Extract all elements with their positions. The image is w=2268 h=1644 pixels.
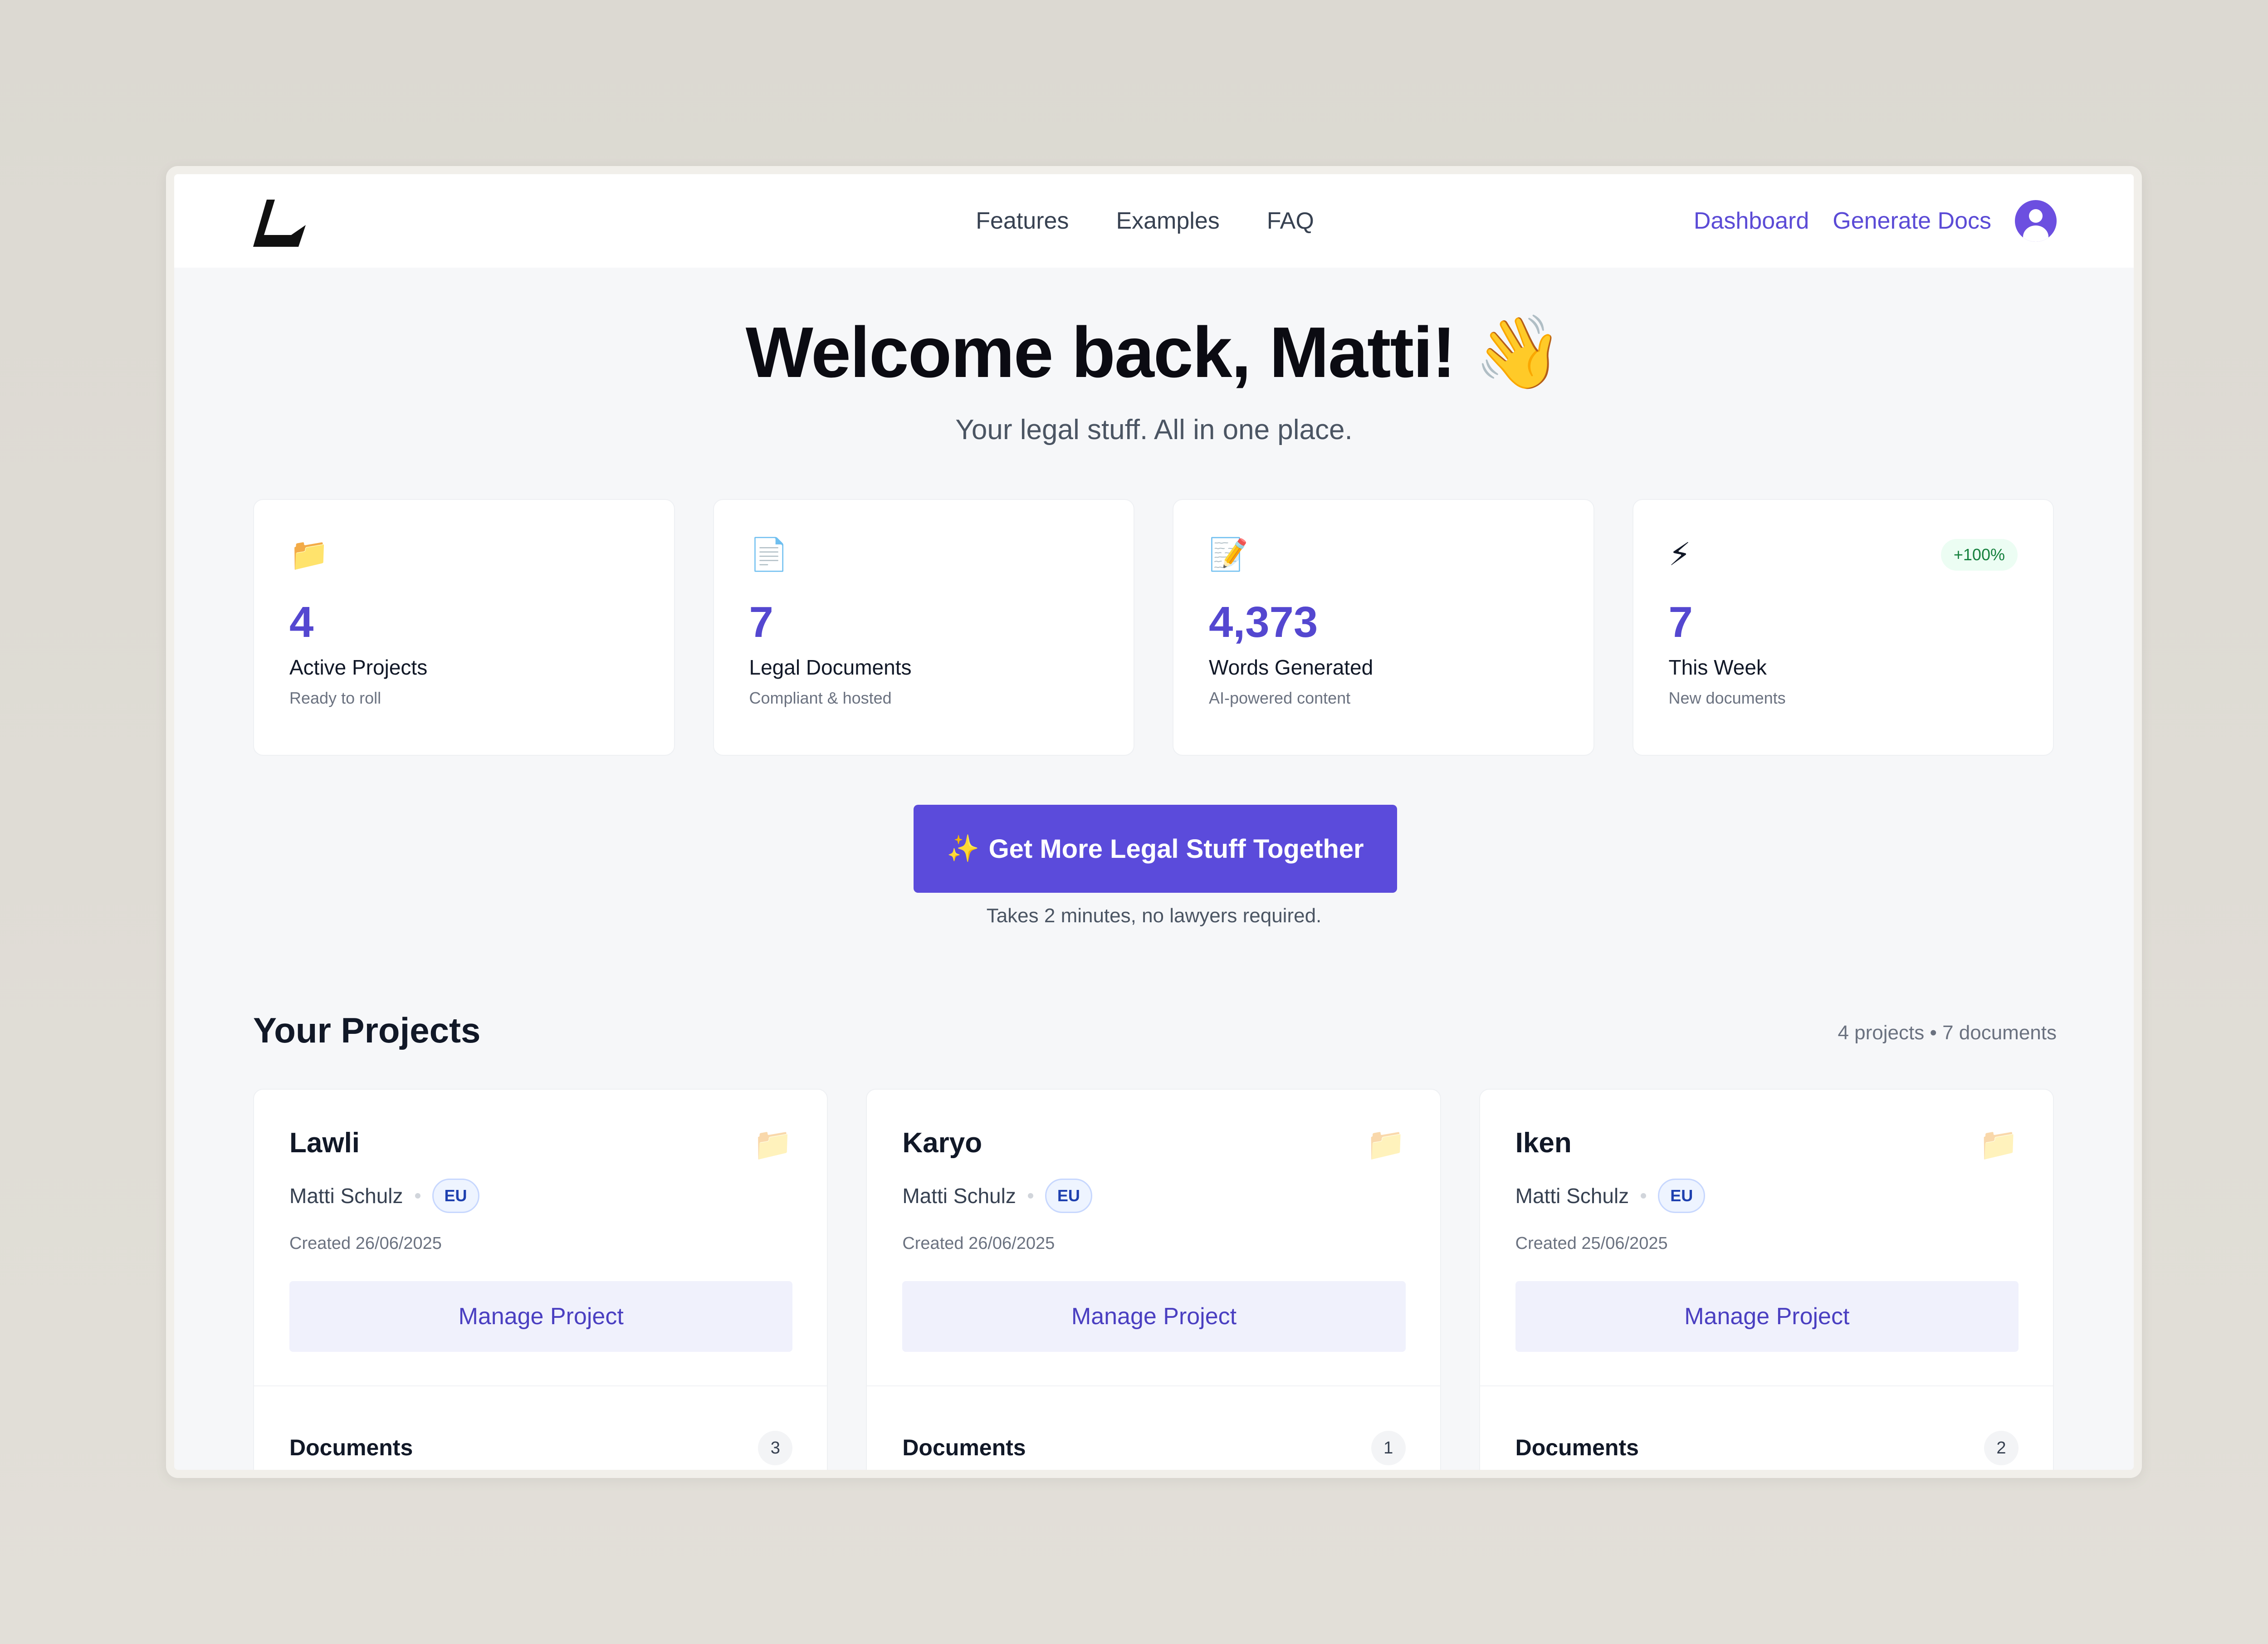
stat-subtext: Compliant & hosted [749, 689, 892, 707]
project-owner: Matti Schulz [289, 1184, 403, 1208]
region-badge: EU [1658, 1179, 1706, 1213]
page-title: Welcome back, Matti! 👋 [745, 313, 1563, 392]
documents-count-badge: 1 [1371, 1431, 1406, 1465]
project-created-date: Created 26/06/2025 [289, 1234, 442, 1253]
project-card-iken: Iken 📁 Matti Schulz EU Created 25/06/202… [1479, 1089, 2054, 1470]
stat-value: 7 [1668, 598, 1693, 646]
nav-link-dashboard[interactable]: Dashboard [1694, 207, 1809, 235]
manage-project-button[interactable]: Manage Project [902, 1281, 1406, 1352]
stat-label: This Week [1668, 656, 1767, 679]
stat-subtext: AI-powered content [1209, 689, 1351, 707]
document-icon: 📄 [749, 537, 789, 572]
stat-card-legal-documents: 📄 7 Legal Documents Compliant & hosted [713, 499, 1134, 756]
nav-link-generate-docs[interactable]: Generate Docs [1833, 207, 1991, 235]
stat-value: 4,373 [1209, 598, 1318, 646]
documents-count-badge: 3 [758, 1431, 793, 1465]
get-more-legal-stuff-button[interactable]: ✨ Get More Legal Stuff Together [914, 805, 1397, 893]
documents-label: Documents [902, 1435, 1026, 1460]
stat-subtext: New documents [1668, 689, 1786, 707]
manage-project-button[interactable]: Manage Project [1515, 1281, 2019, 1352]
stats-row: 📁 4 Active Projects Ready to roll 📄 7 Le… [253, 499, 2054, 756]
stat-subtext: Ready to roll [289, 689, 381, 707]
nav-link-examples[interactable]: Examples [1116, 207, 1219, 235]
folder-icon: 📁 [1366, 1126, 1406, 1162]
sparkles-icon: ✨ [947, 834, 980, 863]
project-card-karyo: Karyo 📁 Matti Schulz EU Created 26/06/20… [866, 1089, 1441, 1470]
project-created-date: Created 26/06/2025 [902, 1234, 1055, 1253]
folder-icon: 📁 [753, 1126, 793, 1162]
projects-grid: Lawli 📁 Matti Schulz EU Created 26/06/20… [253, 1089, 2054, 1470]
project-owner: Matti Schulz [1515, 1184, 1629, 1208]
nav-right: Dashboard Generate Docs [1694, 174, 2057, 268]
stat-card-active-projects: 📁 4 Active Projects Ready to roll [253, 499, 675, 756]
region-badge: EU [1045, 1179, 1092, 1213]
memo-icon: 📝 [1209, 537, 1249, 572]
stat-value: 4 [289, 598, 314, 646]
browser-frame: Features Examples FAQ Dashboard Generate… [166, 166, 2142, 1478]
separator-dot [1027, 1193, 1033, 1199]
divider [867, 1385, 1440, 1386]
stat-card-this-week: ⚡ +100% 7 This Week New documents [1632, 499, 2054, 756]
user-avatar-icon[interactable] [2015, 200, 2057, 242]
app-window: Features Examples FAQ Dashboard Generate… [174, 174, 2134, 1470]
separator-dot [1641, 1193, 1647, 1199]
separator-dot [415, 1193, 420, 1199]
project-meta: Matti Schulz EU [1515, 1179, 1706, 1213]
projects-heading: Your Projects [253, 1010, 481, 1050]
project-owner: Matti Schulz [902, 1184, 1016, 1208]
project-name: Karyo [902, 1127, 982, 1159]
stat-label: Words Generated [1209, 656, 1374, 679]
documents-label: Documents [289, 1435, 413, 1460]
top-nav: Features Examples FAQ Dashboard Generate… [174, 174, 2134, 268]
stat-label: Legal Documents [749, 656, 912, 679]
divider [254, 1385, 827, 1386]
folder-icon: 📁 [289, 537, 329, 572]
page-subtitle: Your legal stuff. All in one place. [955, 414, 1353, 445]
nav-link-features[interactable]: Features [976, 207, 1069, 235]
divider [1480, 1385, 2053, 1386]
manage-project-button[interactable]: Manage Project [289, 1281, 793, 1352]
growth-badge: +100% [1941, 539, 2018, 571]
stat-card-words-generated: 📝 4,373 Words Generated AI-powered conte… [1173, 499, 1594, 756]
project-created-date: Created 25/06/2025 [1515, 1234, 1668, 1253]
documents-label: Documents [1515, 1435, 1639, 1460]
stat-label: Active Projects [289, 656, 428, 679]
project-name: Lawli [289, 1127, 360, 1159]
project-meta: Matti Schulz EU [902, 1179, 1092, 1213]
cta-label: Get More Legal Stuff Together [988, 834, 1364, 864]
stat-value: 7 [749, 598, 773, 646]
project-card-lawli: Lawli 📁 Matti Schulz EU Created 26/06/20… [253, 1089, 828, 1470]
project-meta: Matti Schulz EU [289, 1179, 479, 1213]
project-name: Iken [1515, 1127, 1572, 1159]
documents-count-badge: 2 [1984, 1431, 2019, 1465]
cta-note: Takes 2 minutes, no lawyers required. [986, 905, 1322, 927]
folder-icon: 📁 [1979, 1126, 2019, 1162]
projects-summary: 4 projects • 7 documents [1838, 1022, 2057, 1044]
region-badge: EU [432, 1179, 479, 1213]
nav-link-faq[interactable]: FAQ [1267, 207, 1314, 235]
